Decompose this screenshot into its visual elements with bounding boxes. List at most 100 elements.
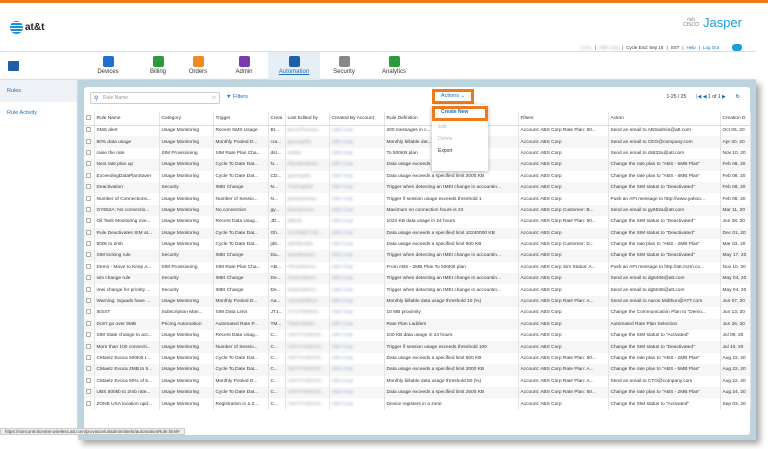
row-checkbox[interactable]	[86, 298, 91, 304]
row-checkbox[interactable]	[86, 286, 91, 292]
blurred-account[interactable]: ABS Corp	[332, 390, 353, 395]
cell-rule-name[interactable]: ExceedingDataPlanSaver	[94, 170, 160, 182]
row-checkbox[interactable]	[86, 195, 91, 201]
table-row[interactable]: imei change for priority ... Security IMEI…	[84, 284, 751, 296]
blurred-account[interactable]: ABS Corp	[332, 322, 353, 327]
table-row[interactable]: Demo - Move to Keep A... SIM Provisioning…	[84, 261, 751, 274]
row-checkbox[interactable]	[86, 127, 91, 133]
cell-rule-name[interactable]: Warning: Squads have ...	[94, 295, 160, 308]
row-checkbox[interactable]	[86, 206, 91, 212]
blurred-account[interactable]: ABS Corp	[332, 367, 353, 372]
table-row[interactable]: ZONE USA location upd... Usage Monitoring…	[84, 398, 751, 410]
blurred-account[interactable]: ABS Corp	[332, 356, 353, 361]
column-header[interactable]: Filters	[518, 112, 609, 126]
table-row[interactable]: More than 100 connecti... Usage Monitorin…	[84, 341, 751, 353]
column-header[interactable]: Creation D	[720, 112, 751, 126]
table-row[interactable]: raise the rate SIM Provisioning SIM Rate P…	[84, 147, 751, 160]
cell-rule-name[interactable]: Don't go over 5MB	[94, 318, 160, 331]
menu-export[interactable]: Export	[432, 145, 488, 157]
row-checkbox[interactable]	[86, 263, 91, 269]
nav-tab-devices[interactable]: Devices	[82, 52, 134, 80]
att-logo[interactable]: at&t	[10, 21, 44, 34]
column-header[interactable]: Created By Account	[329, 112, 385, 126]
row-checkbox[interactable]	[86, 377, 91, 383]
blurred-account[interactable]: ABS Corp	[332, 162, 353, 167]
row-checkbox[interactable]	[86, 332, 91, 338]
menu-create-new[interactable]: Create New	[432, 106, 488, 121]
cell-rule-name[interactable]: SIM locking rule	[94, 250, 160, 262]
cell-rule-name[interactable]: CMaetz Evoca 80% of 5...	[94, 375, 160, 387]
row-checkbox[interactable]	[86, 275, 91, 281]
table-row[interactable]: sim change rule Security IMEI Change De... D…	[84, 273, 751, 285]
blurred-account[interactable]: ABS Corp	[332, 231, 353, 236]
row-checkbox[interactable]	[86, 161, 91, 167]
nav-tab-automation[interactable]: Automation	[268, 52, 320, 80]
cell-rule-name[interactable]: IESST	[94, 307, 160, 319]
account-name[interactable]: ABS Corp	[599, 45, 619, 50]
table-row[interactable]: IESST Subscription Man... SIM Data Limit JT…	[84, 307, 751, 319]
row-checkbox[interactable]	[86, 172, 91, 178]
table-row[interactable]: SMS alert Usage Monitoring Recent SMS Usag…	[84, 125, 751, 137]
blurred-account[interactable]: ABS Corp	[332, 140, 353, 145]
column-header[interactable]: Action	[608, 112, 721, 126]
blurred-account[interactable]: ABS Corp	[332, 402, 353, 407]
blurred-account[interactable]: ABS Corp	[332, 174, 353, 179]
blurred-account[interactable]: ABS Corp	[332, 242, 353, 247]
logout-link[interactable]: Log Out	[703, 45, 719, 50]
actions-button[interactable]: Actions ⌄	[432, 89, 474, 104]
nav-tab-analytics[interactable]: Analytics	[368, 52, 420, 80]
table-row[interactable]: ExceedingDataPlanSaver Usage Monitoring Cy…	[84, 170, 751, 182]
table-row[interactable]: Oil Tank Monitoring ove... Usage Monitori…	[84, 216, 751, 228]
cell-rule-name[interactable]: Rule Deactivates SIM at...	[94, 227, 160, 239]
prev-page-icon[interactable]: ◀	[703, 94, 707, 100]
column-header[interactable]: Rule Name	[94, 112, 160, 126]
table-row[interactable]: 500k to 2mb Usage Monitoring Cycle To Date…	[84, 238, 751, 251]
cell-rule-name[interactable]: raise the rate	[94, 147, 160, 160]
cell-rule-name[interactable]: Oil Tank Monitoring ove...	[94, 216, 160, 228]
cell-rule-name[interactable]: CMaetz Evoca 2MB to 5...	[94, 364, 160, 376]
cell-rule-name[interactable]: Next rate plan up	[94, 159, 160, 171]
table-row[interactable]: GY652A: No connectio... Usage Monitoring N…	[84, 204, 751, 217]
cell-rule-name[interactable]: SMS alert	[94, 125, 160, 137]
cell-rule-name[interactable]: Demo - Move to Keep A...	[94, 261, 160, 274]
cell-rule-name[interactable]: GY652A: No connectio...	[94, 204, 160, 217]
table-row[interactable]: Next rate plan up Usage Monitoring Cycle T…	[84, 159, 751, 171]
blurred-account[interactable]: ABS Corp	[332, 151, 353, 156]
column-header[interactable]: Last Edited by	[285, 112, 330, 126]
row-checkbox[interactable]	[86, 366, 91, 372]
cell-rule-name[interactable]: CMaetz Evoca 500KB t...	[94, 352, 160, 365]
cell-rule-name[interactable]: imei change for priority ...	[94, 284, 160, 296]
cell-rule-name[interactable]: ZONE USA location upd...	[94, 398, 160, 410]
row-checkbox[interactable]	[86, 241, 91, 247]
blurred-account[interactable]: ABS Corp	[332, 333, 353, 338]
row-checkbox[interactable]	[86, 309, 91, 315]
username[interactable]: AAAL	[580, 45, 592, 50]
next-page-icon[interactable]: ▶	[722, 94, 726, 100]
blurred-account[interactable]: ABS Corp	[332, 299, 353, 304]
blurred-account[interactable]: ABS Corp	[332, 345, 353, 350]
table-row[interactable]: Warning: Squads have ... Usage Monitoring…	[84, 295, 751, 308]
chat-icon[interactable]	[732, 44, 742, 51]
table-row[interactable]: CMaetz Evoca 80% of 5... Usage Monitoring…	[84, 375, 751, 387]
blurred-account[interactable]: ABS Corp	[332, 253, 353, 258]
blurred-account[interactable]: ABS Corp	[332, 185, 353, 190]
cell-rule-name[interactable]: More than 100 connecti...	[94, 341, 160, 353]
blurred-account[interactable]: ABS Corp	[332, 288, 353, 293]
search-input[interactable]: ⚲ Rule Name ⊘	[90, 92, 220, 104]
sidebar-item-rule-activity[interactable]: Rule Activity	[0, 102, 77, 124]
table-row[interactable]: CMaetz Evoca 500KB t... Usage Monitoring C…	[84, 352, 751, 365]
sidebar-toggle-icon[interactable]	[8, 61, 19, 71]
row-checkbox[interactable]	[86, 184, 91, 190]
row-checkbox[interactable]	[86, 252, 91, 258]
row-checkbox[interactable]	[86, 400, 91, 406]
column-header[interactable]: Creat	[268, 112, 286, 126]
cell-rule-name[interactable]: 500k to 2mb	[94, 238, 160, 251]
help-link[interactable]: Help	[687, 45, 696, 50]
blurred-account[interactable]: ABS Corp	[332, 208, 353, 213]
table-row[interactable]: UBS 500kb to 2mb rate... Usage Monitoring…	[84, 386, 751, 399]
nav-tab-security[interactable]: Security	[318, 52, 370, 80]
blurred-account[interactable]: ABS Corp	[332, 197, 353, 202]
cell-rule-name[interactable]: Deactivation	[94, 181, 160, 194]
blurred-account[interactable]: ABS Corp	[332, 310, 353, 315]
table-row[interactable]: CMaetz Evoca 2MB to 5... Usage Monitoring…	[84, 364, 751, 376]
